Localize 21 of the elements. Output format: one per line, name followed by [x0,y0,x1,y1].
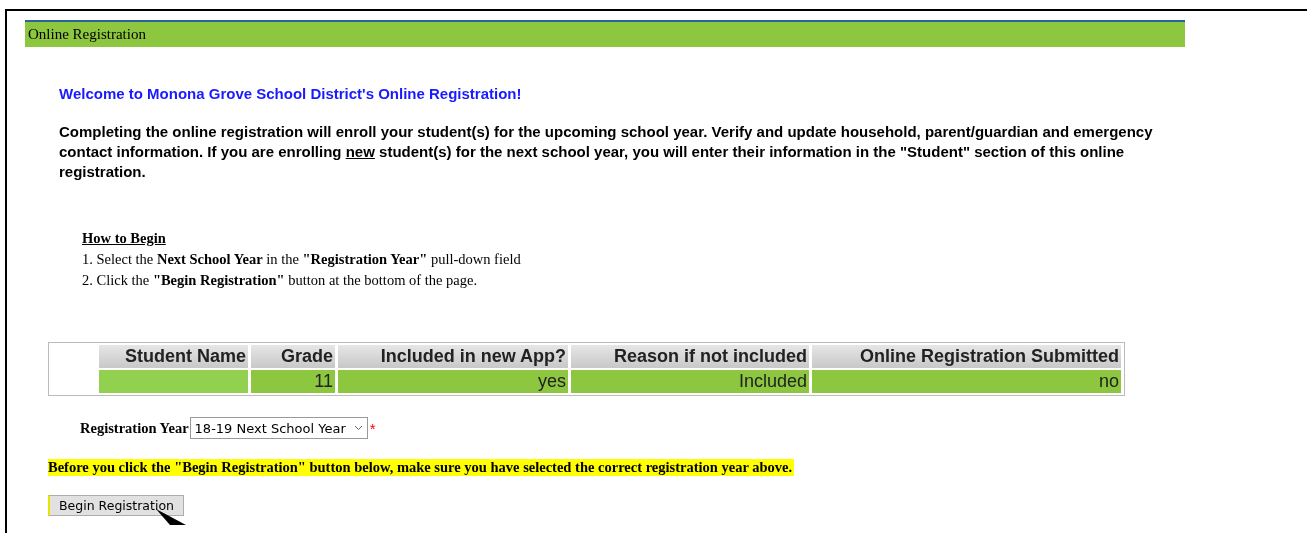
column-header: Student Name [99,345,248,368]
required-mark: * [369,419,376,437]
column-header: Grade [251,345,335,368]
table-cell: Included [571,370,809,393]
table-cell: 11 [251,370,335,393]
chevron-icon [353,425,363,431]
registration-year-dropdown[interactable]: 18-19 Next School Year [189,417,368,439]
table-cell: no [812,370,1121,393]
table-cell: yes [338,370,568,393]
instruction-step: 1. Select the Next School Year in the "Registration Year" pull-down field [82,249,1185,270]
panel-title: Online Registration [25,20,1185,47]
column-header: Online Registration Submitted [812,345,1121,368]
registration-year-label: Registration Year [80,419,189,437]
notice-text: Before you click the "Begin Registration" button below, make sure you have selected the correct registration year above. [48,459,795,476]
begin-registration-button[interactable]: Begin Registration [48,495,184,516]
intro-text: Completing the online registration will enroll your student(s) for the upcoming school year. Verify and update household, parent/guardian and emergency contact information. If you are enrolling new student(s) for the next school year, you will enter their information in the "Student" section of this online registration. [58,122,1154,182]
how-to-heading: How to Begin [82,229,167,248]
column-header: Reason if not included [571,345,809,368]
instruction-step: 2. Click the "Begin Registration" button at the bottom of the page. [82,270,1185,291]
column-header: Included in new App? [338,345,568,368]
welcome-heading: Welcome to Monona Grove School District's Online Registration! [58,85,523,102]
